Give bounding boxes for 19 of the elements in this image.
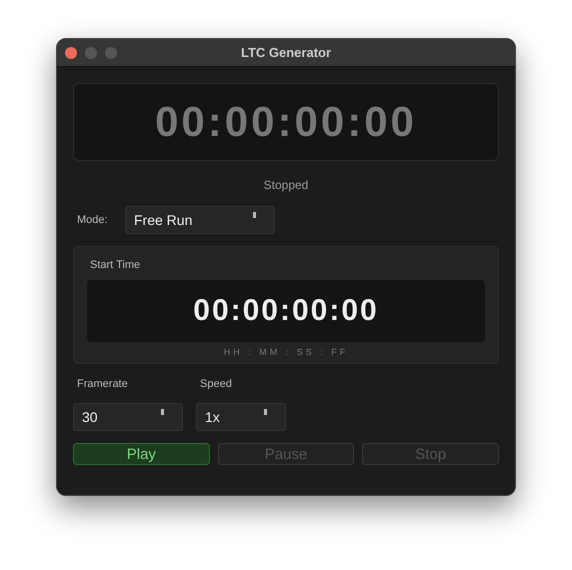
start-time-label: Start Time [89, 259, 142, 271]
format-hint: HH : MM : SS : FF [224, 347, 348, 357]
start-time-field[interactable]: 00:00:00:00 [87, 280, 485, 342]
framerate-label: Framerate [76, 378, 129, 390]
mode-label: Mode: [76, 214, 109, 226]
minimize-icon[interactable] [85, 46, 97, 58]
speed-dropdown[interactable]: 1x [196, 403, 286, 431]
zoom-icon[interactable] [105, 46, 117, 58]
timecode-text: 00:00:00:00 [155, 98, 417, 146]
framerate-dropdown[interactable]: 30 [73, 403, 183, 431]
caret-icon [253, 212, 256, 218]
caret-icon [161, 409, 164, 415]
status-text: Stopped [264, 178, 308, 192]
speed-label: Speed [199, 378, 233, 390]
mode-dropdown[interactable]: Free Run [125, 206, 275, 234]
control-button[interactable]: Play [73, 443, 210, 465]
caret-icon [264, 409, 267, 415]
window-title: LTC Generator [240, 45, 332, 60]
close-icon[interactable] [65, 46, 77, 58]
